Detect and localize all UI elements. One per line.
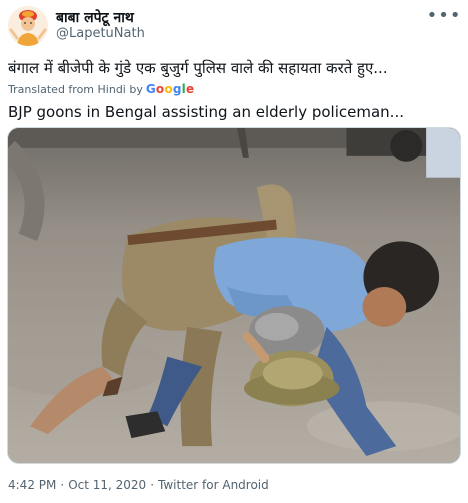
- more-options-button[interactable]: •••: [427, 6, 461, 26]
- tweet-time[interactable]: 4:42 PM: [8, 478, 56, 492]
- avatar[interactable]: [8, 6, 48, 46]
- tweet-source[interactable]: Twitter for Android: [158, 478, 269, 492]
- separator-dot: ·: [60, 478, 65, 492]
- tweet-date[interactable]: Oct 11, 2020: [68, 478, 146, 492]
- google-logo[interactable]: Google: [146, 82, 194, 96]
- display-name[interactable]: बाबा लपेटू नाथ: [56, 8, 134, 27]
- translation-attribution: Translated from Hindi by Google: [8, 82, 194, 96]
- avatar-image: [8, 6, 48, 46]
- photo-illustration: [8, 128, 460, 463]
- tweet-photo[interactable]: [7, 127, 461, 464]
- translated-from-label: Translated from Hindi by: [8, 82, 143, 96]
- more-options-icon: •••: [426, 5, 462, 26]
- user-handle[interactable]: @LapetuNath: [56, 26, 145, 41]
- tweet-metadata: 4:42 PM · Oct 11, 2020 · Twitter for Android: [8, 478, 269, 492]
- tweet-text-original: बंगाल में बीजेपी के गुंडे एक बुजुर्ग पुल…: [8, 59, 388, 77]
- tweet-text-translated: BJP goons in Bengal assisting an elderly…: [8, 103, 404, 121]
- separator-dot: ·: [150, 478, 155, 492]
- tweet-card: बाबा लपेटू नाथ @LapetuNath ••• बंगाल में…: [0, 0, 468, 503]
